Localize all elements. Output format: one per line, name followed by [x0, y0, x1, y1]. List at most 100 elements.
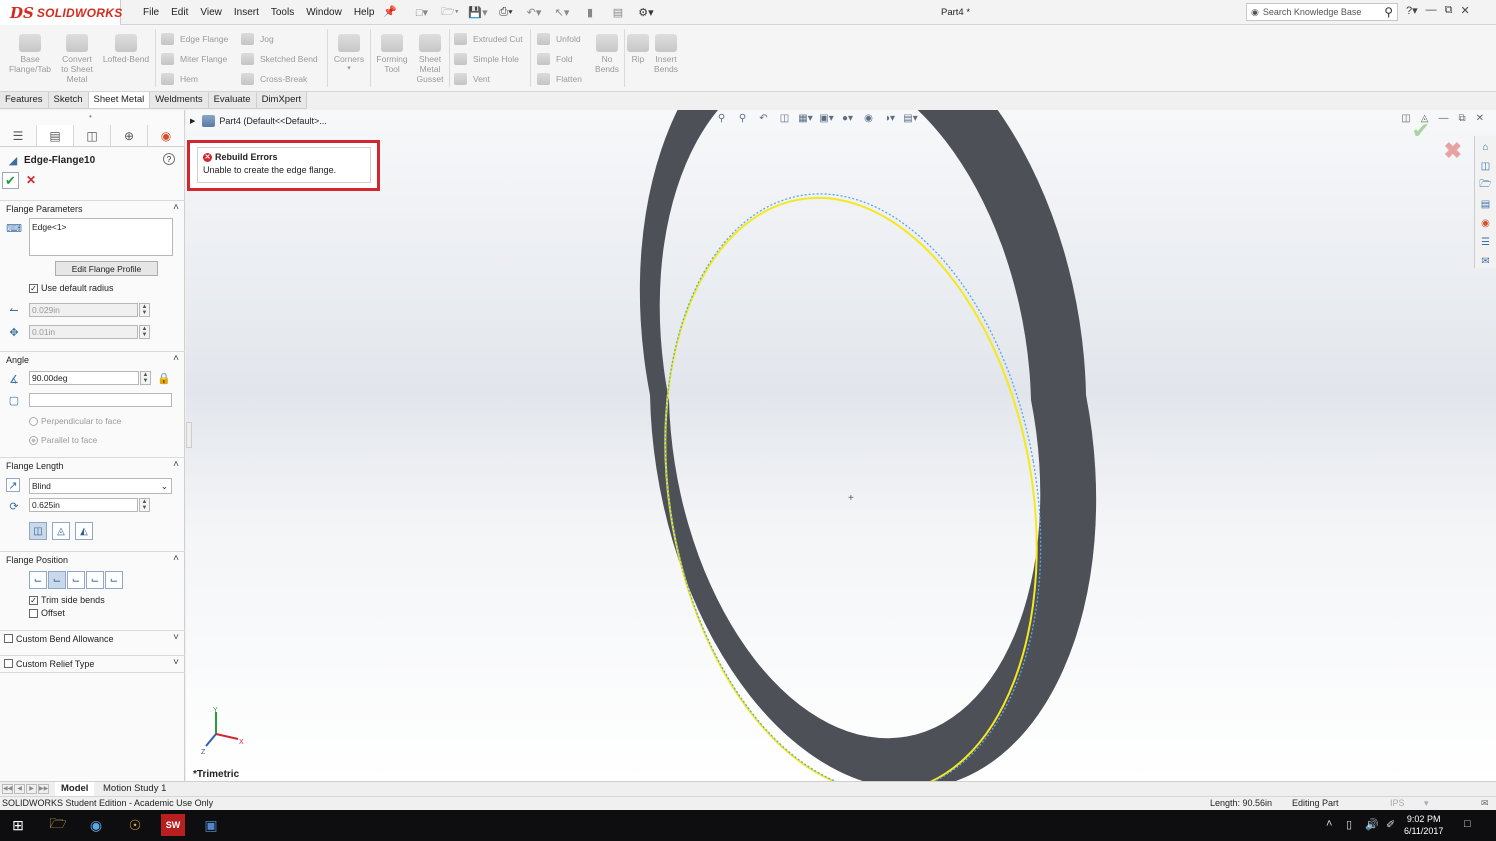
perpendicular-radio-circle[interactable]: [29, 416, 38, 426]
viewport-split-icon[interactable]: ◫: [1401, 113, 1410, 124]
pin-icon[interactable]: 📌: [383, 5, 397, 18]
zoom-to-fit-icon[interactable]: ⚲: [714, 111, 729, 125]
custom-bend-allowance-box[interactable]: [4, 634, 13, 643]
windows-start-icon[interactable]: ⊞: [6, 814, 30, 836]
flange-parameters-header[interactable]: Flange Parameters ˄: [0, 200, 185, 216]
confirm-corner-ok-icon[interactable]: ✔: [1412, 118, 1430, 144]
design-library-icon[interactable]: ◫: [1479, 159, 1493, 173]
corners-dropdown-icon[interactable]: ▾: [330, 64, 368, 74]
simple-hole-button[interactable]: Simple Hole: [454, 53, 519, 65]
feature-manager-tab-icon[interactable]: ☰: [0, 125, 37, 146]
dimxpert-manager-tab-icon[interactable]: ⊕: [111, 125, 148, 146]
tab-features[interactable]: Features: [0, 92, 49, 108]
tab-weldments[interactable]: Weldments: [150, 92, 209, 108]
next-tab-arrow-icon[interactable]: ▶: [26, 784, 37, 794]
chat-icon[interactable]: ✉: [1481, 798, 1489, 809]
network-icon[interactable]: ▯: [1346, 818, 1352, 831]
parallel-radio-circle[interactable]: [29, 435, 38, 445]
display-manager-tab-icon[interactable]: ◉: [148, 125, 185, 146]
menu-window[interactable]: Window: [300, 7, 348, 18]
tangent-to-bend-toggle[interactable]: ⌙: [105, 571, 123, 589]
gap-distance-input[interactable]: 0.01in: [29, 325, 138, 339]
collapse-chevron-icon[interactable]: ˄: [173, 459, 179, 470]
solidworks-resources-icon[interactable]: ⌂: [1479, 140, 1493, 154]
search-icon[interactable]: ⚲: [1384, 5, 1393, 19]
expand-chevron-icon[interactable]: ˅: [173, 657, 179, 668]
chrome-taskbar-icon[interactable]: ☉: [123, 814, 147, 836]
menu-help[interactable]: Help: [348, 7, 381, 18]
use-default-radius-checkbox[interactable]: ✓ Use default radius: [29, 283, 114, 293]
trim-side-bends-box[interactable]: ✓: [29, 595, 38, 605]
extruded-cut-button[interactable]: Extruded Cut: [454, 33, 523, 45]
menu-insert[interactable]: Insert: [228, 7, 265, 18]
confirm-corner-cancel-icon[interactable]: ✖: [1444, 138, 1462, 164]
reverse-direction-icon[interactable]: ↗: [6, 478, 20, 492]
tab-model[interactable]: Model: [55, 782, 95, 796]
edit-flange-profile-button[interactable]: Edit Flange Profile: [55, 261, 158, 276]
offset-box[interactable]: [29, 608, 38, 618]
solidworks-taskbar-icon[interactable]: SW: [161, 814, 185, 836]
material-inside-toggle[interactable]: ⌙: [29, 571, 47, 589]
convert-to-sheet-metal-button[interactable]: Convert to Sheet Metal: [58, 28, 96, 84]
flange-length-header[interactable]: Flange Length ˄: [0, 457, 185, 473]
tab-sketch[interactable]: Sketch: [49, 92, 89, 108]
last-tab-arrow-icon[interactable]: ▶▶: [38, 784, 49, 794]
lock-icon[interactable]: 🔒: [157, 372, 171, 385]
browser-taskbar-icon[interactable]: ◉: [84, 814, 108, 836]
new-document-icon[interactable]: □▾: [410, 4, 434, 20]
open-icon[interactable]: 🗁▾: [438, 4, 462, 20]
inner-virtual-sharp-toggle[interactable]: ◬: [52, 522, 70, 540]
miter-flange-button[interactable]: Miter Flange: [161, 53, 227, 65]
taskbar-clock[interactable]: 9:02 PM 6/11/2017: [1404, 813, 1443, 837]
no-bends-button[interactable]: No Bends: [592, 28, 622, 74]
rebuild-icon[interactable]: ▮: [578, 4, 602, 20]
reference-face-input[interactable]: [29, 393, 172, 407]
fold-button[interactable]: Fold: [537, 53, 573, 65]
bend-from-virtual-sharp-toggle[interactable]: ⌙: [86, 571, 104, 589]
appearances-icon[interactable]: ◉: [1479, 216, 1493, 230]
custom-properties-icon[interactable]: ☰: [1479, 235, 1493, 249]
custom-bend-allowance-header[interactable]: Custom Bend Allowance ˅: [0, 630, 185, 646]
vent-button[interactable]: Vent: [454, 73, 490, 85]
trim-side-bends-checkbox[interactable]: ✓ Trim side bends: [29, 595, 105, 605]
tangent-bend-toggle[interactable]: ◭: [75, 522, 93, 540]
close-button[interactable]: ✕: [1461, 4, 1470, 17]
dynamic-annotation-icon[interactable]: ▦▾: [798, 111, 813, 125]
graphics-area[interactable]: + ▶ Part4 (Default<<Default>... ✕ Rebuil…: [186, 110, 1496, 781]
save-icon[interactable]: 💾▾: [466, 4, 490, 20]
sketched-bend-button[interactable]: Sketched Bend: [241, 53, 318, 65]
rip-button[interactable]: Rip: [627, 28, 649, 64]
zoom-to-area-icon[interactable]: ⚲: [735, 111, 750, 125]
unfold-button[interactable]: Unfold: [537, 33, 581, 45]
corners-button[interactable]: Corners ▾: [330, 28, 368, 74]
jog-button[interactable]: Jog: [241, 33, 274, 45]
menu-file[interactable]: File: [137, 7, 165, 18]
base-flange-button[interactable]: Base Flange/Tab: [4, 28, 56, 74]
material-outside-toggle[interactable]: ⌙: [48, 571, 66, 589]
tab-sheet-metal[interactable]: Sheet Metal: [88, 92, 151, 108]
flange-angle-spinner[interactable]: ▲ ▼: [140, 371, 151, 385]
part-tree-root[interactable]: Part4 (Default<<Default>...: [219, 116, 326, 126]
custom-relief-type-checkbox[interactable]: [4, 659, 16, 668]
lofted-bend-button[interactable]: Lofted-Bend: [98, 28, 154, 64]
previous-view-icon[interactable]: ↶: [756, 111, 771, 125]
flange-position-header[interactable]: Flange Position ˄: [0, 551, 185, 567]
edge-selection-item[interactable]: Edge<1>: [32, 222, 67, 232]
cancel-x-button[interactable]: ✕: [26, 173, 36, 187]
parallel-to-face-radio[interactable]: Parallel to face: [29, 435, 97, 445]
units-status[interactable]: IPS: [1390, 798, 1405, 808]
model-view[interactable]: +: [186, 110, 1496, 781]
custom-relief-type-header[interactable]: Custom Relief Type ˅: [0, 655, 185, 671]
file-explorer-taskbar-icon[interactable]: 🗁: [46, 814, 70, 836]
bend-radius-spinner[interactable]: ▲ ▼: [139, 303, 150, 317]
tab-dimxpert[interactable]: DimXpert: [257, 92, 308, 108]
configuration-manager-tab-icon[interactable]: ◫: [74, 125, 111, 146]
end-condition-select[interactable]: Blind ⌄: [29, 478, 172, 494]
tab-evaluate[interactable]: Evaluate: [209, 92, 257, 108]
window-taskbar-icon[interactable]: ▣: [199, 814, 223, 836]
custom-bend-allowance-checkbox[interactable]: [4, 634, 16, 643]
select-icon[interactable]: ↖▾: [550, 4, 574, 20]
outer-virtual-sharp-toggle[interactable]: ◫: [29, 522, 47, 540]
expand-triangle-icon[interactable]: ▶: [190, 117, 195, 125]
bend-radius-input[interactable]: 0.029in: [29, 303, 138, 317]
